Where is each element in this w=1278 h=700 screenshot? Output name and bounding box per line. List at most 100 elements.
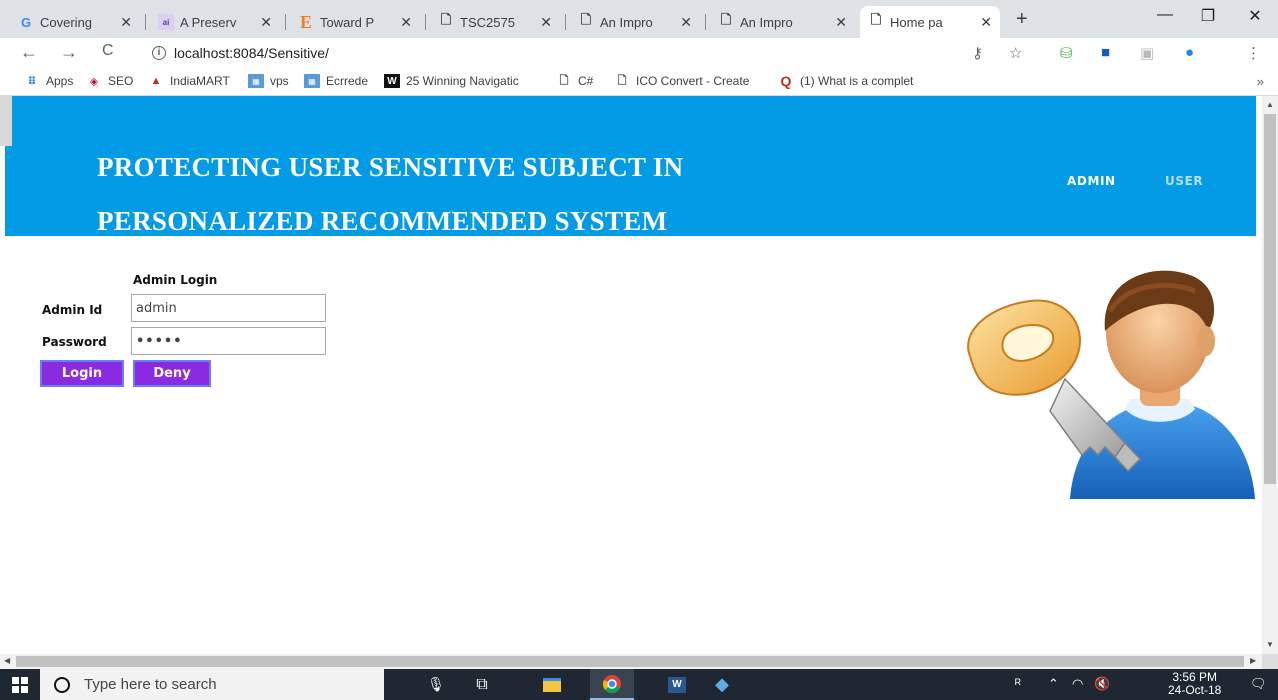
- wifi-icon[interactable]: ◠: [1072, 676, 1083, 692]
- back-arrow-icon[interactable]: ←: [20, 42, 38, 63]
- google-icon: G: [20, 14, 32, 30]
- site-title: PROTECTING USER SENSITIVE SUBJECT IN PER…: [97, 152, 684, 236]
- bookmark-item[interactable]: 🗋 C#: [556, 74, 594, 88]
- browser-tab-strip: G Covering ✕ ai A Preserv ✕ E Toward P ✕…: [0, 0, 1278, 38]
- vertical-scrollbar[interactable]: ▲ ▼: [1262, 96, 1278, 654]
- forward-arrow-icon[interactable]: →: [60, 42, 78, 63]
- windows-taskbar: Type here to search 🎙 ⧉ W ◆ ᴿ ⌃ ◠ 🔇 3:56…: [0, 669, 1278, 700]
- indiamart-icon: ▲: [150, 75, 162, 87]
- password-label: Password: [42, 335, 107, 349]
- login-heading: Admin Login: [133, 273, 218, 287]
- url-text: localhost:8084/Sensitive/: [174, 45, 329, 61]
- profile-icon[interactable]: ●: [1185, 44, 1194, 61]
- w-icon: W: [384, 74, 400, 88]
- bookmark-item[interactable]: W 25 Winning Navigatic: [384, 74, 519, 88]
- admin-id-label: Admin Id: [42, 303, 103, 317]
- bookmark-item[interactable]: Q (1) What is a complet: [778, 73, 914, 89]
- reload-icon[interactable]: C: [102, 42, 114, 60]
- bookmark-item[interactable]: 🗋 ICO Convert - Create: [614, 74, 750, 88]
- restore-window-button[interactable]: ❐: [1193, 6, 1223, 26]
- close-tab-icon[interactable]: ✕: [540, 14, 552, 31]
- people-icon[interactable]: ᴿ: [1015, 676, 1021, 691]
- horizontal-scrollbar[interactable]: ◀ ▶: [0, 654, 1262, 669]
- close-tab-icon[interactable]: ✕: [120, 14, 132, 31]
- word-icon[interactable]: W: [655, 669, 699, 700]
- app-cube-icon[interactable]: ◆: [700, 669, 744, 700]
- new-tab-button[interactable]: +: [1016, 8, 1028, 31]
- page-icon: 🗋: [440, 12, 452, 27]
- volume-muted-icon[interactable]: 🔇: [1094, 676, 1110, 692]
- cortana-icon: [54, 676, 70, 693]
- close-tab-icon[interactable]: ✕: [260, 14, 272, 31]
- admin-id-input[interactable]: [131, 294, 326, 322]
- browser-tab-active[interactable]: 🗋 Home pa ✕: [860, 6, 1000, 38]
- notifications-icon[interactable]: 🗨: [1250, 676, 1267, 692]
- scroll-left-icon[interactable]: ◀: [4, 656, 10, 665]
- address-bar[interactable]: i localhost:8084/Sensitive/: [140, 40, 329, 66]
- page-icon: 🗋: [720, 12, 732, 27]
- extension-icon[interactable]: ▣: [1140, 44, 1154, 62]
- browser-tab[interactable]: G Covering ✕: [10, 6, 140, 38]
- site-icon: ai: [158, 14, 174, 30]
- page-content: PROTECTING USER SENSITIVE SUBJECT IN PER…: [0, 96, 1262, 654]
- login-button[interactable]: Login: [40, 360, 124, 387]
- apps-grid-icon: ⠿: [27, 75, 37, 88]
- page-icon: 🗋: [580, 12, 592, 27]
- nav-user-link[interactable]: USER: [1165, 174, 1203, 188]
- folder-icon: ▦: [248, 74, 264, 88]
- close-tab-icon[interactable]: ✕: [980, 14, 992, 31]
- scrollbar-corner: [1262, 654, 1278, 669]
- nav-admin-link[interactable]: ADMIN: [1067, 174, 1116, 188]
- key-icon[interactable]: ⚷: [972, 44, 983, 62]
- scroll-down-icon[interactable]: ▼: [1266, 640, 1274, 649]
- system-clock[interactable]: 3:56 PM 24-Oct-18: [1168, 671, 1221, 697]
- windows-logo-icon: [12, 676, 28, 693]
- task-view-icon[interactable]: ⧉: [460, 669, 504, 700]
- taskbar-search-box[interactable]: Type here to search: [40, 669, 384, 700]
- browser-tab[interactable]: 🗋 An Impro ✕: [710, 6, 855, 38]
- folder-icon: ▦: [304, 74, 320, 88]
- bookmark-item[interactable]: ▦ vps: [248, 74, 289, 88]
- quora-icon: Q: [780, 73, 792, 89]
- password-input[interactable]: [131, 327, 326, 355]
- chrome-icon[interactable]: [590, 669, 634, 700]
- bookmark-item[interactable]: ◈ SEO: [86, 74, 134, 88]
- extension-icon[interactable]: ■: [1101, 44, 1110, 61]
- seo-icon: ◈: [89, 75, 99, 88]
- menu-icon[interactable]: ⋮: [1246, 44, 1261, 62]
- browser-tab[interactable]: 🗋 An Impro ✕: [570, 6, 700, 38]
- browser-tab[interactable]: E Toward P ✕: [290, 6, 420, 38]
- chrome-logo-icon: [602, 674, 621, 693]
- file-explorer-icon[interactable]: [530, 669, 574, 700]
- bookmark-item[interactable]: ▦ Ecrrede: [304, 74, 368, 88]
- bookmark-star-icon[interactable]: ☆: [1009, 44, 1022, 62]
- show-hidden-icons-chevron[interactable]: ⌃: [1048, 676, 1059, 692]
- bookmark-apps[interactable]: ⠿ Apps: [24, 74, 74, 88]
- info-icon[interactable]: i: [152, 46, 166, 60]
- scroll-up-icon[interactable]: ▲: [1266, 100, 1274, 109]
- site-header: PROTECTING USER SENSITIVE SUBJECT IN PER…: [5, 96, 1256, 236]
- close-tab-icon[interactable]: ✕: [835, 14, 847, 31]
- page-icon: 🗋: [870, 12, 882, 27]
- minimize-window-button[interactable]: —: [1150, 6, 1180, 24]
- admin-key-illustration: [967, 270, 1255, 499]
- browser-tab[interactable]: 🗋 TSC2575 ✕: [430, 6, 560, 38]
- page-icon: 🗋: [559, 74, 569, 87]
- e-letter-icon: E: [299, 11, 312, 32]
- bookmark-item[interactable]: ▲ IndiaMART: [148, 74, 230, 88]
- scroll-right-icon[interactable]: ▶: [1250, 656, 1256, 665]
- microphone-icon[interactable]: 🎙: [414, 669, 458, 700]
- close-window-button[interactable]: ✕: [1240, 6, 1270, 26]
- horizontal-scroll-thumb[interactable]: [16, 656, 1244, 667]
- browser-tab[interactable]: ai A Preserv ✕: [150, 6, 280, 38]
- page-edge-strip: [0, 96, 12, 146]
- deny-button[interactable]: Deny: [133, 360, 211, 387]
- windows-start-button[interactable]: [0, 669, 40, 700]
- more-bookmarks-button[interactable]: »: [1257, 74, 1264, 89]
- page-icon: 🗋: [617, 74, 627, 87]
- vertical-scroll-thumb[interactable]: [1264, 114, 1276, 484]
- extension-icon[interactable]: ⛁: [1060, 44, 1073, 62]
- bookmarks-bar: ⠿ Apps ◈ SEO ▲ IndiaMART ▦ vps ▦ Ecrrede…: [0, 68, 1278, 96]
- close-tab-icon[interactable]: ✕: [400, 14, 412, 31]
- close-tab-icon[interactable]: ✕: [680, 14, 692, 31]
